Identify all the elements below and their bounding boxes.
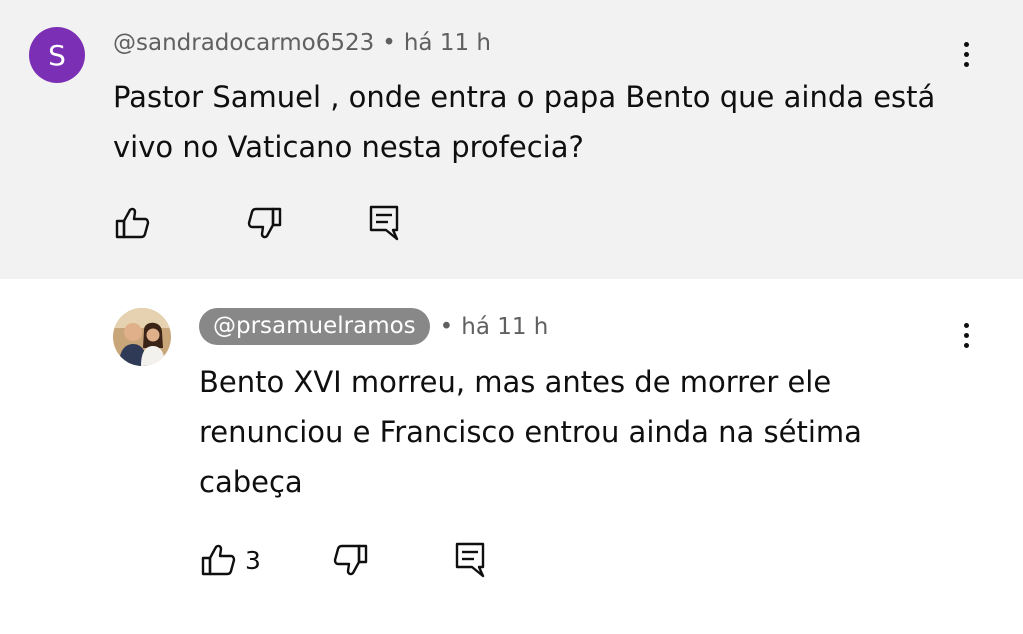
comment-text: Pastor Samuel , onde entra o papa Bento …: [113, 72, 935, 172]
reply-meta: @prsamuelramos • há 11 h: [199, 308, 548, 345]
dislike-button[interactable]: [246, 205, 282, 241]
reply-card: @prsamuelramos • há 11 h Bento XVI morre…: [0, 279, 1023, 634]
dislike-button[interactable]: [332, 542, 368, 578]
reply-author-pill[interactable]: @prsamuelramos: [199, 308, 430, 345]
reply-icon: [455, 542, 485, 578]
comment-meta: @sandradocarmo6523 • há 11 h: [113, 30, 491, 56]
avatar[interactable]: [113, 308, 171, 366]
reply-text-line: cabeça: [199, 465, 303, 499]
comment-card: S @sandradocarmo6523 • há 11 h Pastor Sa…: [0, 0, 1023, 279]
reply-text-line: renunciou e Francisco entrou ainda na sé…: [199, 415, 862, 449]
avatar-letter: S: [48, 38, 66, 72]
comment-text-line: vivo no Vaticano nesta profecia?: [113, 130, 584, 164]
meta-separator: •: [382, 30, 396, 56]
avatar[interactable]: S: [29, 27, 85, 83]
reply-button[interactable]: [366, 204, 402, 242]
reply-text: Bento XVI morreu, mas antes de morrer el…: [199, 357, 862, 507]
reply-button[interactable]: [452, 541, 488, 579]
like-count: 3: [245, 545, 261, 575]
reply-icon: [369, 205, 399, 241]
thumbs-down-icon: [247, 207, 282, 239]
thumbs-up-icon: [201, 544, 236, 576]
comment-author[interactable]: @sandradocarmo6523: [113, 30, 374, 56]
comment-text-line: Pastor Samuel , onde entra o papa Bento …: [113, 80, 936, 114]
reply-text-line: Bento XVI morreu, mas antes de morrer el…: [199, 365, 832, 399]
reply-time[interactable]: há 11 h: [461, 314, 548, 340]
meta-separator: •: [439, 313, 454, 340]
like-button[interactable]: [115, 205, 151, 241]
more-vert-icon[interactable]: [961, 42, 971, 72]
thumbs-up-icon: [115, 207, 150, 239]
comment-time[interactable]: há 11 h: [404, 30, 491, 56]
like-button[interactable]: 3: [201, 542, 261, 578]
more-vert-icon[interactable]: [961, 323, 971, 353]
avatar-image: [113, 308, 171, 366]
thumbs-down-icon: [333, 544, 368, 576]
